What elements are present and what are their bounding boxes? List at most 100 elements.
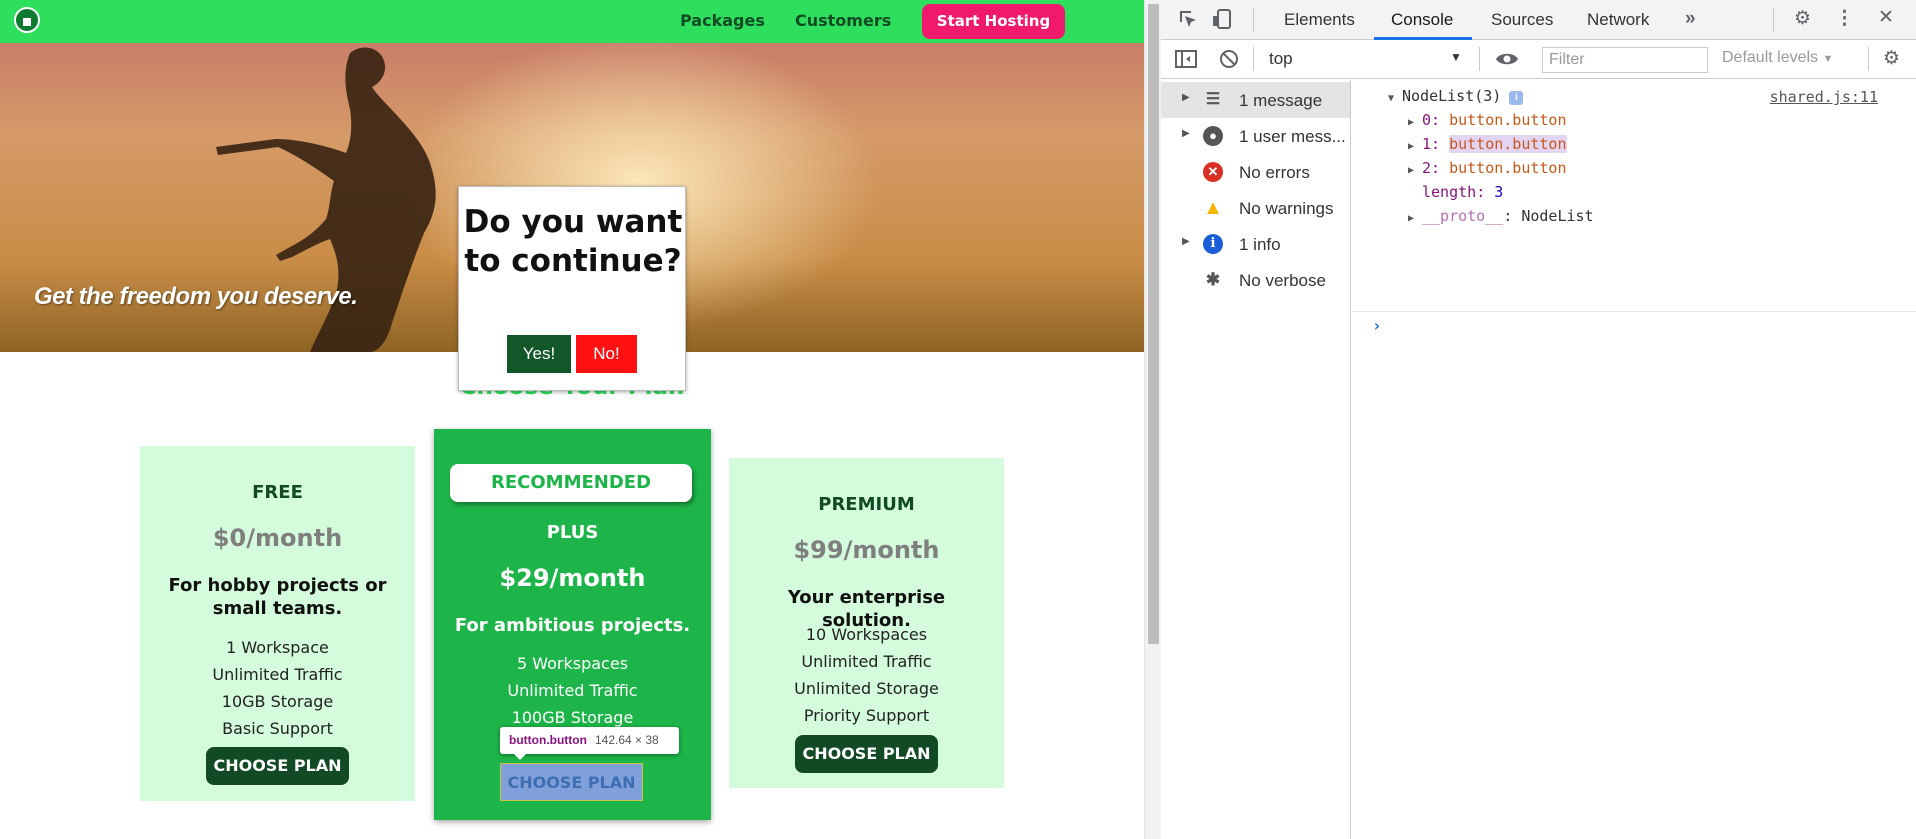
context-selector[interactable]: top bbox=[1269, 49, 1293, 69]
settings-gear-icon[interactable]: ⚙ bbox=[1794, 9, 1811, 29]
plan-feature: 100GB Storage bbox=[511, 708, 634, 727]
plan-card-premium: PREMIUM $99/month Your enterprise soluti… bbox=[729, 458, 1004, 788]
dialog-question: Do you want to continue? bbox=[463, 204, 683, 279]
tree-value: 3 bbox=[1494, 183, 1504, 201]
console-tree-row[interactable]: ▶ 0: button.button bbox=[1408, 110, 1567, 133]
sidebar-item-user-messages[interactable]: ▶ ● 1 user mess... bbox=[1161, 118, 1350, 154]
sidebar-item-messages[interactable]: ▶ ☰ 1 message bbox=[1161, 82, 1350, 118]
tooltip-selector: button.button bbox=[509, 733, 587, 747]
sidebar-item-info[interactable]: ▶ i 1 info bbox=[1161, 226, 1350, 262]
console-tree-row[interactable]: ▶ 1: button.button bbox=[1408, 134, 1567, 157]
tree-value: button.button bbox=[1449, 135, 1567, 153]
close-icon[interactable]: ✕ bbox=[1878, 8, 1894, 28]
plan-feature: 1 Workspace bbox=[226, 638, 329, 657]
inspect-tooltip: button.button 142.64 × 38 bbox=[500, 727, 679, 760]
warning-icon: ▲ bbox=[1203, 197, 1223, 219]
toolbar-separator bbox=[1253, 8, 1254, 32]
more-options-icon[interactable]: ⋮ bbox=[1835, 9, 1854, 29]
no-button[interactable]: No! bbox=[576, 335, 637, 373]
start-hosting-button[interactable]: Start Hosting bbox=[922, 4, 1065, 39]
console-prompt-icon[interactable]: › bbox=[1372, 316, 1382, 335]
plan-name: PLUS bbox=[546, 522, 599, 543]
console-divider bbox=[1352, 311, 1916, 312]
expand-arrow-icon[interactable]: ▶ bbox=[1182, 92, 1190, 103]
plan-feature: 10GB Storage bbox=[221, 692, 334, 711]
nav-link-customers[interactable]: Customers bbox=[795, 11, 891, 30]
tab-sources[interactable]: Sources bbox=[1491, 10, 1553, 30]
tab-elements[interactable]: Elements bbox=[1284, 10, 1355, 30]
choose-plan-button-premium[interactable]: CHOOSE PLAN bbox=[795, 735, 938, 773]
tree-colon: : bbox=[1476, 183, 1495, 201]
console-tree-row[interactable]: ▶ 2: button.button bbox=[1408, 158, 1567, 181]
plan-description: For hobby projects or small teams. bbox=[168, 575, 387, 619]
plan-price: $29/month bbox=[499, 564, 646, 592]
tree-key: 0 bbox=[1422, 111, 1432, 129]
tree-key: __proto__ bbox=[1422, 207, 1504, 225]
toolbar-separator bbox=[1868, 47, 1869, 71]
sidebar-item-label: No errors bbox=[1239, 163, 1310, 182]
eye-icon[interactable] bbox=[1495, 49, 1519, 74]
sidebar-toggle-icon[interactable] bbox=[1175, 49, 1197, 74]
more-tabs-icon[interactable]: » bbox=[1685, 9, 1696, 29]
sidebar-item-label: No verbose bbox=[1239, 271, 1326, 290]
sidebar-item-label: 1 message bbox=[1239, 91, 1323, 110]
filter-input[interactable]: Filter bbox=[1542, 47, 1708, 73]
page-scrollbar[interactable] bbox=[1144, 0, 1161, 839]
expand-arrow-icon[interactable]: ▶ bbox=[1408, 209, 1422, 229]
sidebar-item-warnings[interactable]: ▲ No warnings bbox=[1161, 190, 1350, 226]
collapse-arrow-icon[interactable]: ▼ bbox=[1388, 89, 1402, 109]
plan-feature: Basic Support bbox=[222, 719, 333, 738]
logo-icon[interactable] bbox=[14, 7, 40, 33]
tree-key: 2 bbox=[1422, 159, 1432, 177]
plan-feature: Unlimited Traffic bbox=[507, 681, 638, 700]
chevron-down-icon[interactable]: ▼ bbox=[1450, 50, 1462, 64]
yes-button[interactable]: Yes! bbox=[507, 335, 571, 373]
console-settings-icon[interactable]: ⚙ bbox=[1883, 49, 1900, 69]
clear-console-icon[interactable] bbox=[1219, 49, 1239, 74]
tree-colon: : bbox=[1431, 135, 1450, 153]
toolbar-separator bbox=[1253, 47, 1254, 71]
console-sidebar: ▶ ☰ 1 message ▶ ● 1 user mess... ✕ No er… bbox=[1161, 80, 1351, 839]
console-proto-row[interactable]: ▶ __proto__: NodeList bbox=[1408, 206, 1594, 229]
source-link[interactable]: shared.js:11 bbox=[1770, 88, 1878, 106]
sidebar-item-verbose[interactable]: ✱ No verbose bbox=[1161, 262, 1350, 298]
confirm-dialog: Do you want to continue? Yes! No! bbox=[458, 186, 686, 391]
tab-network[interactable]: Network bbox=[1587, 10, 1649, 30]
sidebar-item-errors[interactable]: ✕ No errors bbox=[1161, 154, 1350, 190]
plan-feature: Unlimited Traffic bbox=[801, 652, 932, 671]
recommended-badge: RECOMMENDED bbox=[450, 464, 692, 502]
log-levels-label: Default levels bbox=[1722, 49, 1819, 66]
inspect-element-icon[interactable] bbox=[1178, 9, 1198, 34]
console-length-row: length: 3 bbox=[1422, 182, 1503, 202]
plan-name: PREMIUM bbox=[818, 494, 915, 515]
expand-arrow-icon[interactable]: ▶ bbox=[1182, 128, 1190, 139]
sidebar-item-label: No warnings bbox=[1239, 199, 1334, 218]
expand-arrow-icon[interactable]: ▶ bbox=[1408, 161, 1422, 181]
tree-colon: : bbox=[1503, 207, 1522, 225]
plan-card-free: FREE $0/month For hobby projects or smal… bbox=[140, 446, 415, 801]
expand-arrow-icon[interactable]: ▶ bbox=[1182, 236, 1190, 247]
expand-arrow-icon[interactable]: ▶ bbox=[1408, 113, 1422, 133]
log-levels-dropdown[interactable]: Default levels ▼ bbox=[1722, 49, 1833, 67]
nav-link-packages[interactable]: Packages bbox=[680, 11, 765, 30]
nodelist-label: NodeList(3) bbox=[1402, 87, 1502, 105]
tree-key: 1 bbox=[1422, 135, 1432, 153]
top-navbar: Packages Customers Start Hosting bbox=[0, 0, 1144, 43]
sidebar-item-label: 1 user mess... bbox=[1239, 127, 1346, 146]
plan-feature: 5 Workspaces bbox=[516, 654, 629, 673]
expand-arrow-icon[interactable]: ▶ bbox=[1408, 137, 1422, 157]
choose-plan-button-free[interactable]: CHOOSE PLAN bbox=[206, 747, 349, 785]
choose-plan-button-plus[interactable]: CHOOSE PLAN bbox=[500, 763, 643, 801]
plan-feature: Priority Support bbox=[803, 706, 930, 725]
hero-tagline: Get the freedom you deserve. bbox=[34, 283, 358, 310]
console-output: ▼ NodeList(3) i shared.js:11 ▶ 0: button.bu… bbox=[1352, 80, 1916, 839]
plan-description: For ambitious projects. bbox=[454, 615, 691, 636]
user-icon: ● bbox=[1203, 126, 1223, 146]
plan-feature: 10 Workspaces bbox=[805, 625, 928, 644]
info-icon: i bbox=[1203, 234, 1223, 254]
device-toolbar-icon[interactable] bbox=[1211, 8, 1233, 35]
error-icon: ✕ bbox=[1203, 162, 1223, 182]
tab-console[interactable]: Console bbox=[1391, 10, 1453, 30]
scrollbar-thumb[interactable] bbox=[1148, 4, 1159, 644]
nodelist-header[interactable]: ▼ NodeList(3) i bbox=[1388, 86, 1524, 109]
